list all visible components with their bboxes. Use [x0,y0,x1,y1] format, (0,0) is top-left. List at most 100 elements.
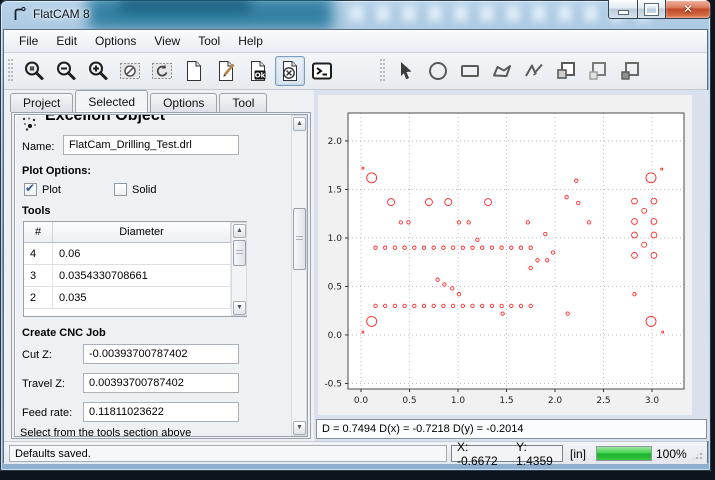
client-area: File Edit Options View Tool Help Ok [3,29,708,463]
scroll-down-icon[interactable]: ▼ [293,421,306,435]
menu-help[interactable]: Help [229,31,272,51]
tab-project[interactable]: Project [10,93,73,112]
draw-polyline-button[interactable] [519,56,549,86]
clear-plot-button[interactable] [115,56,145,86]
table-scrollbar[interactable]: ▲ ▼ [231,222,247,316]
title-bar[interactable]: FlatCAM 8 ✕ [0,0,711,29]
svg-text:-0.5: -0.5 [324,379,342,389]
rectangle-icon [458,59,482,83]
flatcam-logo-icon [11,6,28,23]
toolbar-handle[interactable] [8,59,13,83]
coordinate-y: Y: 1.4359 [516,440,562,468]
svg-text:1.0: 1.0 [451,396,466,406]
plot-figure[interactable]: 0.00.51.01.52.02.53.0-0.50.00.51.01.52.0 [318,95,692,415]
draw-polygon-button[interactable] [487,56,517,86]
svg-text:2.0: 2.0 [548,396,563,406]
progress-percentage: 100% [656,447,687,461]
table-cell[interactable]: 0.06 [53,243,231,265]
replot-icon [150,59,174,83]
status-bar: Defaults saved. X: -0.6672 Y: 1.4359 [in… [4,441,707,464]
menu-tool[interactable]: Tool [189,31,229,51]
selected-tab-pane: Excellon Object Name: FlatCam_Drilling_T… [11,112,311,439]
polygon-icon [490,59,514,83]
travelz-label: Travel Z: [22,378,65,390]
table-cell[interactable]: 0.035 [53,287,231,309]
scrollbar-thumb[interactable] [293,208,306,270]
edit-file-button[interactable] [211,56,241,86]
svg-text:2.0: 2.0 [328,137,343,147]
cnc-section-title: Create CNC Job [22,327,106,339]
tools-table[interactable]: # Diameter 4 0.06 3 0.0354330708661 2 0.… [23,221,247,317]
menu-options[interactable]: Options [86,31,145,51]
drill-plot-canvas[interactable]: 0.00.51.01.52.02.53.0-0.50.00.51.01.52.0 [318,95,692,415]
column-header-number[interactable]: # [24,222,53,243]
menu-file[interactable]: File [10,31,47,51]
table-cell[interactable]: 2 [24,287,53,309]
scrollbar-thumb[interactable] [233,240,246,266]
svg-text:0.5: 0.5 [328,282,342,292]
scroll-down-icon[interactable]: ▼ [233,301,246,315]
feedrate-input[interactable]: 0.11811023622 [83,402,239,422]
travelz-input[interactable]: 0.00393700787402 [83,373,239,393]
zoom-in-icon [86,59,110,83]
status-message: Defaults saved. [9,445,447,462]
minimize-button[interactable] [608,0,638,19]
paste-objects-icon [618,59,642,83]
tab-tool[interactable]: Tool [219,93,267,112]
paste-objects-button[interactable] [615,56,645,86]
solid-checkbox[interactable] [114,183,127,196]
ok-file-button[interactable]: Ok [243,56,273,86]
column-header-diameter[interactable]: Diameter [53,222,231,243]
menu-view[interactable]: View [145,31,189,51]
tools-label: Tools [22,205,51,217]
name-label: Name: [22,141,54,153]
shell-button[interactable] [307,56,337,86]
tab-options[interactable]: Options [150,93,217,112]
ok-file-icon: Ok [246,59,270,83]
table-cell[interactable]: 0.0354330708661 [53,265,231,287]
close-icon: ✕ [683,2,693,16]
svg-text:0.0: 0.0 [328,331,343,341]
pointer-tool-button[interactable] [391,56,421,86]
scroll-up-icon[interactable]: ▲ [233,224,246,238]
solid-checkbox-label[interactable]: Solid [132,184,156,196]
new-file-button[interactable] [179,56,209,86]
zoom-in-button[interactable] [83,56,113,86]
svg-text:1.5: 1.5 [499,396,513,406]
zoom-fit-button[interactable] [19,56,49,86]
replot-button[interactable] [147,56,177,86]
maximize-icon [645,4,658,15]
table-cell[interactable]: 3 [24,265,53,287]
feedrate-label: Feed rate: [22,407,72,419]
svg-text:1.5: 1.5 [328,185,342,195]
menu-edit[interactable]: Edit [47,31,86,51]
close-button[interactable]: ✕ [665,0,711,19]
duplicate-objects-button[interactable] [583,56,613,86]
tab-selected[interactable]: Selected [75,90,148,112]
object-title: Excellon Object [45,114,165,125]
copy-objects-button[interactable] [551,56,581,86]
cancel-file-button[interactable] [275,56,305,86]
table-cell[interactable]: 4 [24,243,53,265]
cutz-input[interactable]: -0.00393700787402 [83,344,239,364]
scroll-up-icon[interactable]: ▲ [293,117,306,131]
panel-scrollbar[interactable]: ▲ ▼ [291,115,307,436]
maximize-button[interactable] [637,0,666,19]
menu-bar: File Edit Options View Tool Help [4,30,707,53]
progress-bar [596,446,652,461]
zoom-out-button[interactable] [51,56,81,86]
resize-grip-icon[interactable] [691,448,704,461]
plot-checkbox-label[interactable]: Plot [42,184,61,196]
window-title: FlatCAM 8 [33,7,90,21]
polyline-icon [522,59,546,83]
object-scroll-area: Excellon Object Name: FlatCam_Drilling_T… [14,114,308,437]
plot-checkbox[interactable] [24,183,37,196]
tab-bar: Project Selected Options Tool [10,91,269,112]
draw-circle-button[interactable] [423,56,453,86]
progress-bar-fill [597,447,651,460]
name-input[interactable]: FlatCam_Drilling_Test.drl [63,135,239,155]
draw-rectangle-button[interactable] [455,56,485,86]
new-file-icon [182,59,206,83]
toolbar-handle[interactable] [380,59,385,83]
cancel-file-icon [278,59,302,83]
